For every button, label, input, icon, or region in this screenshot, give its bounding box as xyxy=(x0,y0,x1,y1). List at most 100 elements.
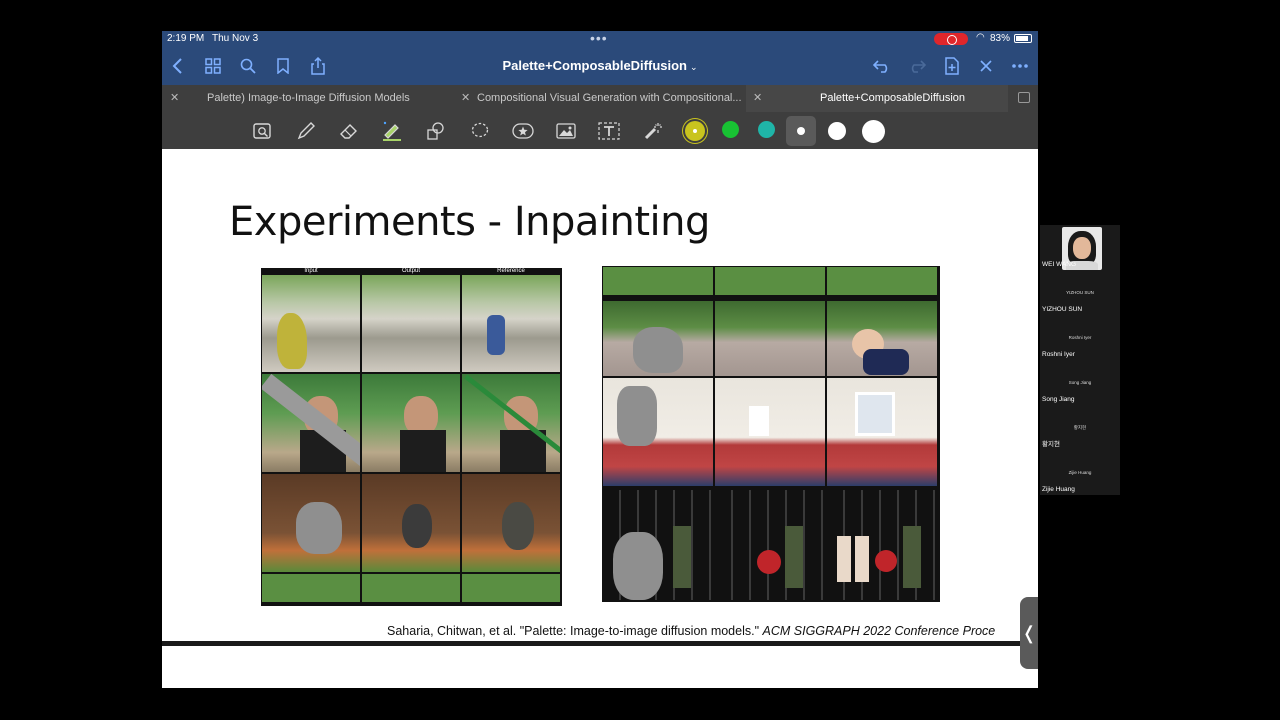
tab-compositional[interactable]: ✕ Compositional Visual Generation with C… xyxy=(454,85,746,112)
figure-cell xyxy=(715,378,825,486)
tab-palette-composable[interactable]: ✕ Palette+ComposableDiffusion xyxy=(746,85,1008,112)
figure-cell xyxy=(362,474,460,572)
chevron-left-icon: ❬ xyxy=(1021,622,1037,643)
figure-cell xyxy=(362,374,460,472)
column-header-input: Input xyxy=(304,268,318,274)
close-tab-icon[interactable]: ✕ xyxy=(753,85,762,112)
palette-inpainting-figure: Input Output Reference xyxy=(261,268,562,606)
battery-percent: 83% xyxy=(990,33,1011,44)
participant-name: Zijie Huang xyxy=(1042,486,1075,493)
ipad-screen: 2:19 PM Thu Nov 3 ••• ◠ 83% Palette+Comp… xyxy=(162,31,1038,688)
multitasking-dots-icon[interactable]: ••• xyxy=(590,31,608,45)
slide-divider xyxy=(162,641,1038,646)
figure-cell xyxy=(462,275,560,372)
close-tab-icon[interactable]: ✕ xyxy=(461,85,470,112)
pen-icon[interactable] xyxy=(294,119,318,143)
participant-tile[interactable]: 황지현 황지현 xyxy=(1040,405,1120,450)
participants-panel: WEI WANG YIZHOU SUN YIZHOU SUN Roshni Iy… xyxy=(1040,225,1120,495)
redo-icon[interactable] xyxy=(905,54,929,78)
participant-center-name: Song Jiang xyxy=(1068,380,1092,385)
chevron-down-icon: ⌄ xyxy=(690,62,698,72)
color-swatch-yellow[interactable] xyxy=(685,121,705,141)
status-bar: 2:19 PM Thu Nov 3 ••• ◠ 83% xyxy=(162,31,1038,47)
participant-center-name: YIZHOU SUN xyxy=(1066,290,1094,295)
figure-cell xyxy=(362,275,460,372)
figure-cell xyxy=(715,301,825,376)
app-navbar: Palette+ComposableDiffusion ⌄ xyxy=(162,47,1038,85)
laser-pointer-icon[interactable] xyxy=(641,119,665,143)
figure-cell xyxy=(603,267,713,295)
figure-cell xyxy=(262,574,360,602)
battery-icon xyxy=(1014,34,1032,43)
add-page-icon[interactable] xyxy=(940,54,964,78)
participant-center-name: 황지현 xyxy=(1073,425,1087,430)
zoom-region-icon[interactable] xyxy=(251,119,275,143)
participant-name: Roshni Iyer xyxy=(1042,351,1075,358)
figure-cell xyxy=(827,378,937,486)
document-tabs: ✕ Palette) Image-to-Image Diffusion Mode… xyxy=(162,85,1038,112)
document-title: Palette+ComposableDiffusion xyxy=(502,58,687,73)
citation-venue: ACM SIGGRAPH 2022 Conference Proce xyxy=(762,624,996,638)
annotation-toolbar xyxy=(162,112,1038,149)
participant-tile[interactable]: Song Jiang Song Jiang xyxy=(1040,360,1120,405)
color-swatch-green[interactable] xyxy=(722,121,739,138)
column-header-reference: Reference xyxy=(497,268,525,274)
participant-name: 황지현 xyxy=(1042,441,1060,448)
slide-title: Experiments - Inpainting xyxy=(229,199,710,245)
screen-record-icon[interactable] xyxy=(934,33,968,45)
slide-page: Experiments - Inpainting Input Output Re… xyxy=(162,149,1038,688)
highlighter-icon[interactable] xyxy=(380,119,404,143)
tab-label: Palette+ComposableDiffusion xyxy=(820,92,966,104)
tab-label: Palette) Image-to-Image Diffusion Models xyxy=(207,92,410,104)
figure-cell xyxy=(603,378,713,486)
close-tab-icon[interactable]: ✕ xyxy=(170,85,179,112)
status-date: Thu Nov 3 xyxy=(212,33,259,44)
shapes-icon[interactable] xyxy=(424,119,448,143)
selected-dot-icon xyxy=(693,129,697,133)
elements-star-icon[interactable] xyxy=(511,119,535,143)
participant-name: Song Jiang xyxy=(1042,396,1075,403)
tab-palette[interactable]: ✕ Palette) Image-to-Image Diffusion Mode… xyxy=(162,85,454,112)
figure-cell xyxy=(827,267,937,295)
text-box-icon[interactable] xyxy=(597,119,621,143)
side-panel-handle[interactable]: ❬ xyxy=(1020,597,1038,669)
status-time: 2:19 PM xyxy=(167,33,205,44)
participant-tile[interactable]: YIZHOU SUN YIZHOU SUN xyxy=(1040,270,1120,315)
citation-text: Saharia, Chitwan, et al. "Palette: Image… xyxy=(387,624,763,638)
eraser-icon[interactable] xyxy=(337,119,361,143)
figure-cell xyxy=(827,301,937,376)
figure-cell xyxy=(262,374,360,472)
lasso-icon[interactable] xyxy=(468,119,492,143)
column-header-output: Output xyxy=(401,268,420,274)
figure-cell xyxy=(715,490,825,600)
stroke-size-medium[interactable] xyxy=(828,122,846,140)
figure-cell xyxy=(362,574,460,602)
participant-center-name: Zijie Huang xyxy=(1068,470,1092,475)
participant-name: WEI WANG xyxy=(1042,261,1077,268)
participant-tile[interactable]: Roshni Iyer Roshni Iyer xyxy=(1040,315,1120,360)
figure-cell xyxy=(462,574,560,602)
figure-cell xyxy=(715,267,825,295)
participant-tile[interactable]: WEI WANG xyxy=(1040,225,1120,270)
tab-label: Compositional Visual Generation with Com… xyxy=(477,92,742,104)
figure-cell xyxy=(827,490,937,600)
participant-tile[interactable]: Zijie Huang Zijie Huang xyxy=(1040,450,1120,495)
undo-icon[interactable] xyxy=(870,54,894,78)
figure-cell xyxy=(603,301,713,376)
figure-cell xyxy=(462,474,560,572)
color-swatch-teal[interactable] xyxy=(758,121,775,138)
stroke-size-large[interactable] xyxy=(862,120,885,143)
figure-cell xyxy=(262,275,360,372)
close-icon[interactable] xyxy=(974,54,998,78)
participant-center-name: Roshni Iyer xyxy=(1068,335,1092,340)
participant-name: YIZHOU SUN xyxy=(1042,306,1083,313)
wifi-icon: ◠ xyxy=(976,32,985,43)
more-options-icon[interactable] xyxy=(1008,54,1032,78)
citation: Saharia, Chitwan, et al. "Palette: Image… xyxy=(387,624,995,638)
stroke-size-small[interactable] xyxy=(797,127,805,135)
figure-cell xyxy=(462,374,560,472)
sidebar-toggle-icon[interactable] xyxy=(1018,92,1030,103)
figure-cell xyxy=(262,474,360,572)
inpainting-results-figure xyxy=(602,266,940,602)
image-icon[interactable] xyxy=(554,119,578,143)
